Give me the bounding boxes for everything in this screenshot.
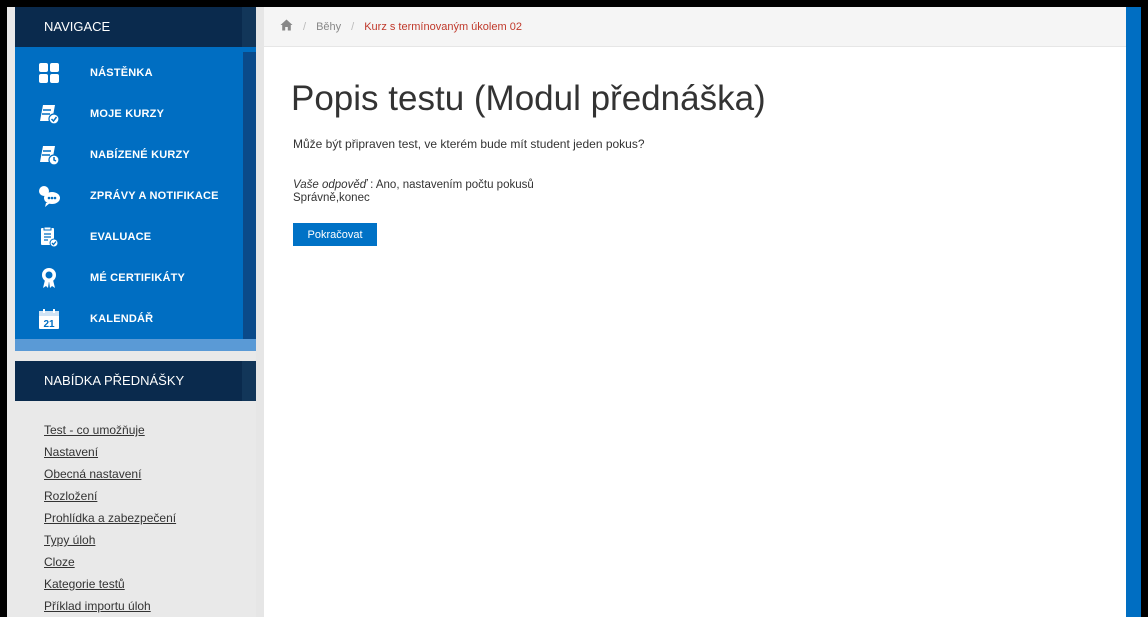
navigation-header: NAVIGACE [15, 7, 256, 47]
lecture-menu-header: NABÍDKA PŘEDNÁŠKY [15, 361, 256, 401]
nav-item-dashboard[interactable]: NÁSTĚNKA [15, 52, 256, 93]
nav-label: ZPRÁVY A NOTIFIKACE [90, 189, 219, 202]
answer-block: Vaše odpověď : Ano, nastavením počtu pok… [293, 179, 534, 205]
breadcrumb-course[interactable]: Kurz s termínovaným úkolem 02 [364, 21, 522, 33]
menu-link-question-types[interactable]: Typy úloh [44, 529, 256, 551]
nav-label: MÉ CERTIFIKÁTY [90, 271, 186, 284]
calendar-icon: 21 [37, 307, 61, 331]
right-edge-bar [1126, 7, 1141, 617]
menu-link-test-categories[interactable]: Kategorie testů [44, 573, 256, 595]
breadcrumb-separator: / [303, 20, 307, 33]
menu-link-import-example[interactable]: Příklad importu úloh [44, 595, 256, 617]
app-window: NAVIGACE NÁSTĚNKA MOJE KURZY NABÍZENÉ KU… [0, 0, 1148, 617]
navigation-title: NAVIGACE [44, 19, 111, 34]
lecture-menu-title: NABÍDKA PŘEDNÁŠKY [44, 373, 185, 388]
offered-courses-icon [37, 143, 61, 167]
menu-link-cloze[interactable]: Cloze [44, 551, 256, 573]
sidebar-gutter [256, 7, 264, 617]
lecture-menu-list: Test - co umožňuje Nastavení Obecná nast… [15, 401, 256, 617]
nav-label: EVALUACE [90, 230, 152, 243]
home-icon[interactable] [280, 19, 293, 34]
menu-link-settings[interactable]: Nastavení [44, 441, 256, 463]
evaluation-icon [37, 225, 61, 249]
breadcrumb-runs[interactable]: Běhy [316, 21, 341, 33]
nav-label: KALENDÁŘ [90, 312, 154, 325]
certificate-icon [37, 266, 61, 290]
breadcrumb-separator: / [351, 20, 355, 33]
answer-label: Vaše odpověď [293, 179, 367, 191]
nav-item-certificates[interactable]: MÉ CERTIFIKÁTY [15, 257, 256, 298]
menu-link-review-security[interactable]: Prohlídka a zabezpečení [44, 507, 256, 529]
question-text: Může být připraven test, ve kterém bude … [293, 137, 645, 151]
menu-link-test-capabilities[interactable]: Test - co umožňuje [44, 419, 256, 441]
header-shade [242, 7, 256, 47]
nav-label: NÁSTĚNKA [90, 66, 153, 79]
answer-feedback: Správně,konec [293, 192, 370, 204]
lecture-menu-block: NABÍDKA PŘEDNÁŠKY Test - co umožňuje Nas… [15, 357, 256, 617]
messages-icon [37, 184, 61, 208]
svg-text:21: 21 [43, 319, 55, 330]
continue-button[interactable]: Pokračovat [293, 223, 377, 246]
header-shade [242, 361, 256, 401]
menu-link-layout[interactable]: Rozložení [44, 485, 256, 507]
nav-label: NABÍZENÉ KURZY [90, 148, 190, 161]
nav-item-messages[interactable]: ZPRÁVY A NOTIFIKACE [15, 175, 256, 216]
nav-item-my-courses[interactable]: MOJE KURZY [15, 93, 256, 134]
navigation-block-footer [15, 339, 256, 351]
my-courses-icon [37, 102, 61, 126]
nav-item-offered-courses[interactable]: NABÍZENÉ KURZY [15, 134, 256, 175]
menu-link-general-settings[interactable]: Obecná nastavení [44, 463, 256, 485]
nav-item-evaluation[interactable]: EVALUACE [15, 216, 256, 257]
nav-item-calendar[interactable]: 21 KALENDÁŘ [15, 298, 256, 339]
nav-label: MOJE KURZY [90, 107, 165, 120]
dashboard-icon [37, 61, 61, 85]
navigation-list: NÁSTĚNKA MOJE KURZY NABÍZENÉ KURZY ZPRÁV… [15, 47, 256, 342]
sidebar: NAVIGACE NÁSTĚNKA MOJE KURZY NABÍZENÉ KU… [7, 7, 264, 617]
answer-value: : Ano, nastavením počtu pokusů [366, 179, 534, 191]
breadcrumb: / Běhy / Kurz s termínovaným úkolem 02 [264, 7, 1140, 47]
page-title: Popis testu (Modul přednáška) [291, 79, 766, 118]
navigation-block: NAVIGACE NÁSTĚNKA MOJE KURZY NABÍZENÉ KU… [15, 7, 256, 342]
